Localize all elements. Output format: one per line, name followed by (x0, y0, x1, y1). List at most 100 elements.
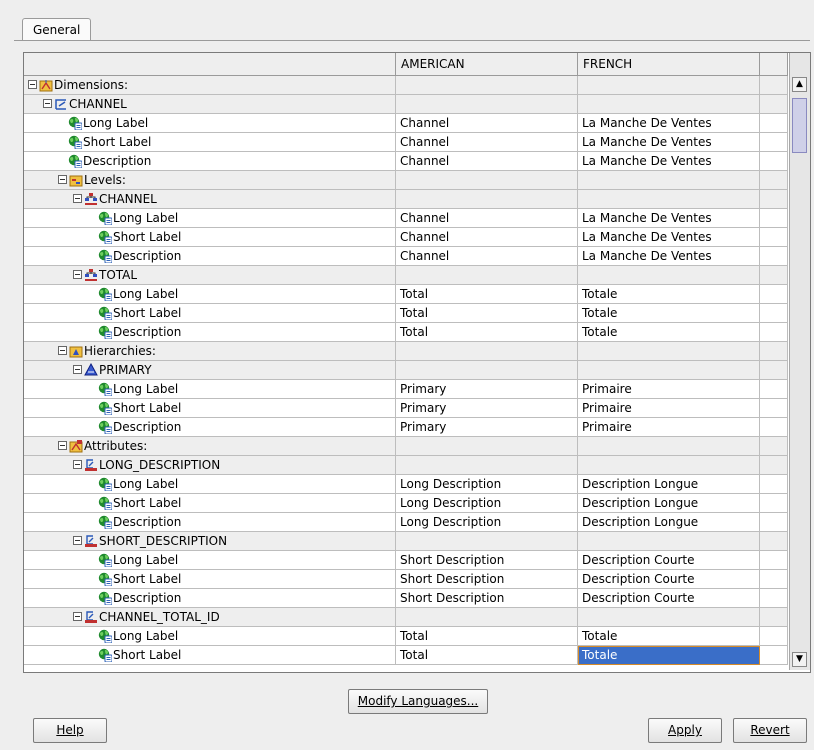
collapse-toggle-icon[interactable] (73, 194, 82, 203)
table-row[interactable]: Description Primary Primaire (24, 418, 788, 437)
french-cell-selected[interactable]: Totale (578, 646, 760, 665)
french-cell[interactable]: Primaire (578, 380, 760, 399)
tree-cell[interactable]: Short Label (24, 304, 396, 323)
table-row[interactable]: Long Label Long Description Description Lo… (24, 475, 788, 494)
tree-cell[interactable]: Short Label (24, 228, 396, 247)
revert-button[interactable]: Revert (733, 718, 807, 743)
table-row[interactable]: Long Label Channel La Manche De Ventes (24, 209, 788, 228)
french-cell[interactable] (578, 532, 760, 551)
tree-cell[interactable]: TOTAL (24, 266, 396, 285)
french-cell[interactable]: La Manche De Ventes (578, 247, 760, 266)
tree-cell[interactable]: Long Label (24, 380, 396, 399)
table-row[interactable]: Description Channel La Manche De Ventes (24, 247, 788, 266)
french-cell[interactable] (578, 361, 760, 380)
american-cell[interactable] (396, 171, 578, 190)
american-cell[interactable]: Total (396, 646, 578, 665)
american-cell[interactable]: Total (396, 323, 578, 342)
collapse-toggle-icon[interactable] (58, 441, 67, 450)
american-cell[interactable]: Channel (396, 228, 578, 247)
table-row[interactable]: Long Label Short Description Description C… (24, 551, 788, 570)
french-cell[interactable]: La Manche De Ventes (578, 209, 760, 228)
american-cell[interactable] (396, 361, 578, 380)
french-cell[interactable]: Totale (578, 285, 760, 304)
table-row[interactable]: Description Channel La Manche De Ventes (24, 152, 788, 171)
table-row[interactable]: Description Short Description Description … (24, 589, 788, 608)
american-cell[interactable]: Long Description (396, 513, 578, 532)
french-cell[interactable]: La Manche De Ventes (578, 114, 760, 133)
tree-cell[interactable]: Long Label (24, 285, 396, 304)
collapse-toggle-icon[interactable] (58, 346, 67, 355)
french-cell[interactable]: Description Longue (578, 494, 760, 513)
column-header-name[interactable] (24, 53, 396, 76)
french-cell[interactable]: La Manche De Ventes (578, 133, 760, 152)
tree-cell[interactable]: Short Label (24, 570, 396, 589)
table-row[interactable]: Description Total Totale (24, 323, 788, 342)
french-cell[interactable] (578, 95, 760, 114)
tree-cell[interactable]: Attributes: (24, 437, 396, 456)
american-cell[interactable] (396, 190, 578, 209)
french-cell[interactable]: Description Longue (578, 475, 760, 494)
tree-cell[interactable]: LONG_DESCRIPTION (24, 456, 396, 475)
table-row[interactable]: Hierarchies: (24, 342, 788, 361)
tree-cell[interactable]: CHANNEL (24, 95, 396, 114)
american-cell[interactable]: Total (396, 304, 578, 323)
tree-cell[interactable]: Description (24, 418, 396, 437)
collapse-toggle-icon[interactable] (73, 365, 82, 374)
table-row[interactable]: CHANNEL_TOTAL_ID (24, 608, 788, 627)
collapse-toggle-icon[interactable] (73, 536, 82, 545)
american-cell[interactable] (396, 456, 578, 475)
table-row[interactable]: Long Label Total Totale (24, 285, 788, 304)
column-header-french[interactable]: FRENCH (578, 53, 760, 76)
tree-cell[interactable]: Short Label (24, 133, 396, 152)
table-row[interactable]: LONG_DESCRIPTION (24, 456, 788, 475)
table-row[interactable]: Long Label Channel La Manche De Ventes (24, 114, 788, 133)
tree-cell[interactable]: SHORT_DESCRIPTION (24, 532, 396, 551)
scroll-down-button[interactable]: ▼ (792, 652, 807, 667)
tree-cell[interactable]: Short Label (24, 494, 396, 513)
american-cell[interactable]: Total (396, 285, 578, 304)
american-cell[interactable] (396, 532, 578, 551)
american-cell[interactable] (396, 266, 578, 285)
american-cell[interactable]: Channel (396, 247, 578, 266)
french-cell[interactable]: Description Courte (578, 570, 760, 589)
american-cell[interactable]: Channel (396, 152, 578, 171)
tree-cell[interactable]: Long Label (24, 627, 396, 646)
tree-cell[interactable]: Short Label (24, 399, 396, 418)
american-cell[interactable]: Primary (396, 418, 578, 437)
french-cell[interactable]: La Manche De Ventes (578, 228, 760, 247)
tree-cell[interactable]: CHANNEL (24, 190, 396, 209)
collapse-toggle-icon[interactable] (73, 270, 82, 279)
tree-cell[interactable]: PRIMARY (24, 361, 396, 380)
french-cell[interactable]: Totale (578, 323, 760, 342)
french-cell[interactable] (578, 76, 760, 95)
collapse-toggle-icon[interactable] (28, 80, 37, 89)
american-cell[interactable]: Channel (396, 133, 578, 152)
american-cell[interactable]: Primary (396, 380, 578, 399)
american-cell[interactable]: Short Description (396, 551, 578, 570)
tree-cell[interactable]: Description (24, 323, 396, 342)
table-row[interactable]: Long Label Primary Primaire (24, 380, 788, 399)
scroll-up-button[interactable]: ▲ (792, 77, 807, 92)
collapse-toggle-icon[interactable] (43, 99, 52, 108)
collapse-toggle-icon[interactable] (73, 460, 82, 469)
tree-cell[interactable]: Long Label (24, 551, 396, 570)
vertical-scrollbar[interactable]: ▲ ▼ (789, 53, 810, 670)
american-cell[interactable] (396, 76, 578, 95)
french-cell[interactable]: Primaire (578, 399, 760, 418)
american-cell[interactable]: Short Description (396, 570, 578, 589)
tree-cell[interactable]: Description (24, 152, 396, 171)
table-row[interactable]: Short Label Primary Primaire (24, 399, 788, 418)
french-cell[interactable] (578, 456, 760, 475)
tree-cell[interactable]: Long Label (24, 209, 396, 228)
american-cell[interactable]: Total (396, 627, 578, 646)
tree-cell[interactable]: Levels: (24, 171, 396, 190)
french-cell[interactable] (578, 437, 760, 456)
tree-cell[interactable]: Description (24, 589, 396, 608)
tree-cell[interactable]: Short Label (24, 646, 396, 665)
french-cell[interactable]: Totale (578, 304, 760, 323)
table-row[interactable]: Short Label Short Description Description … (24, 570, 788, 589)
french-cell[interactable] (578, 608, 760, 627)
french-cell[interactable] (578, 342, 760, 361)
apply-button[interactable]: Apply (648, 718, 722, 743)
collapse-toggle-icon[interactable] (58, 175, 67, 184)
